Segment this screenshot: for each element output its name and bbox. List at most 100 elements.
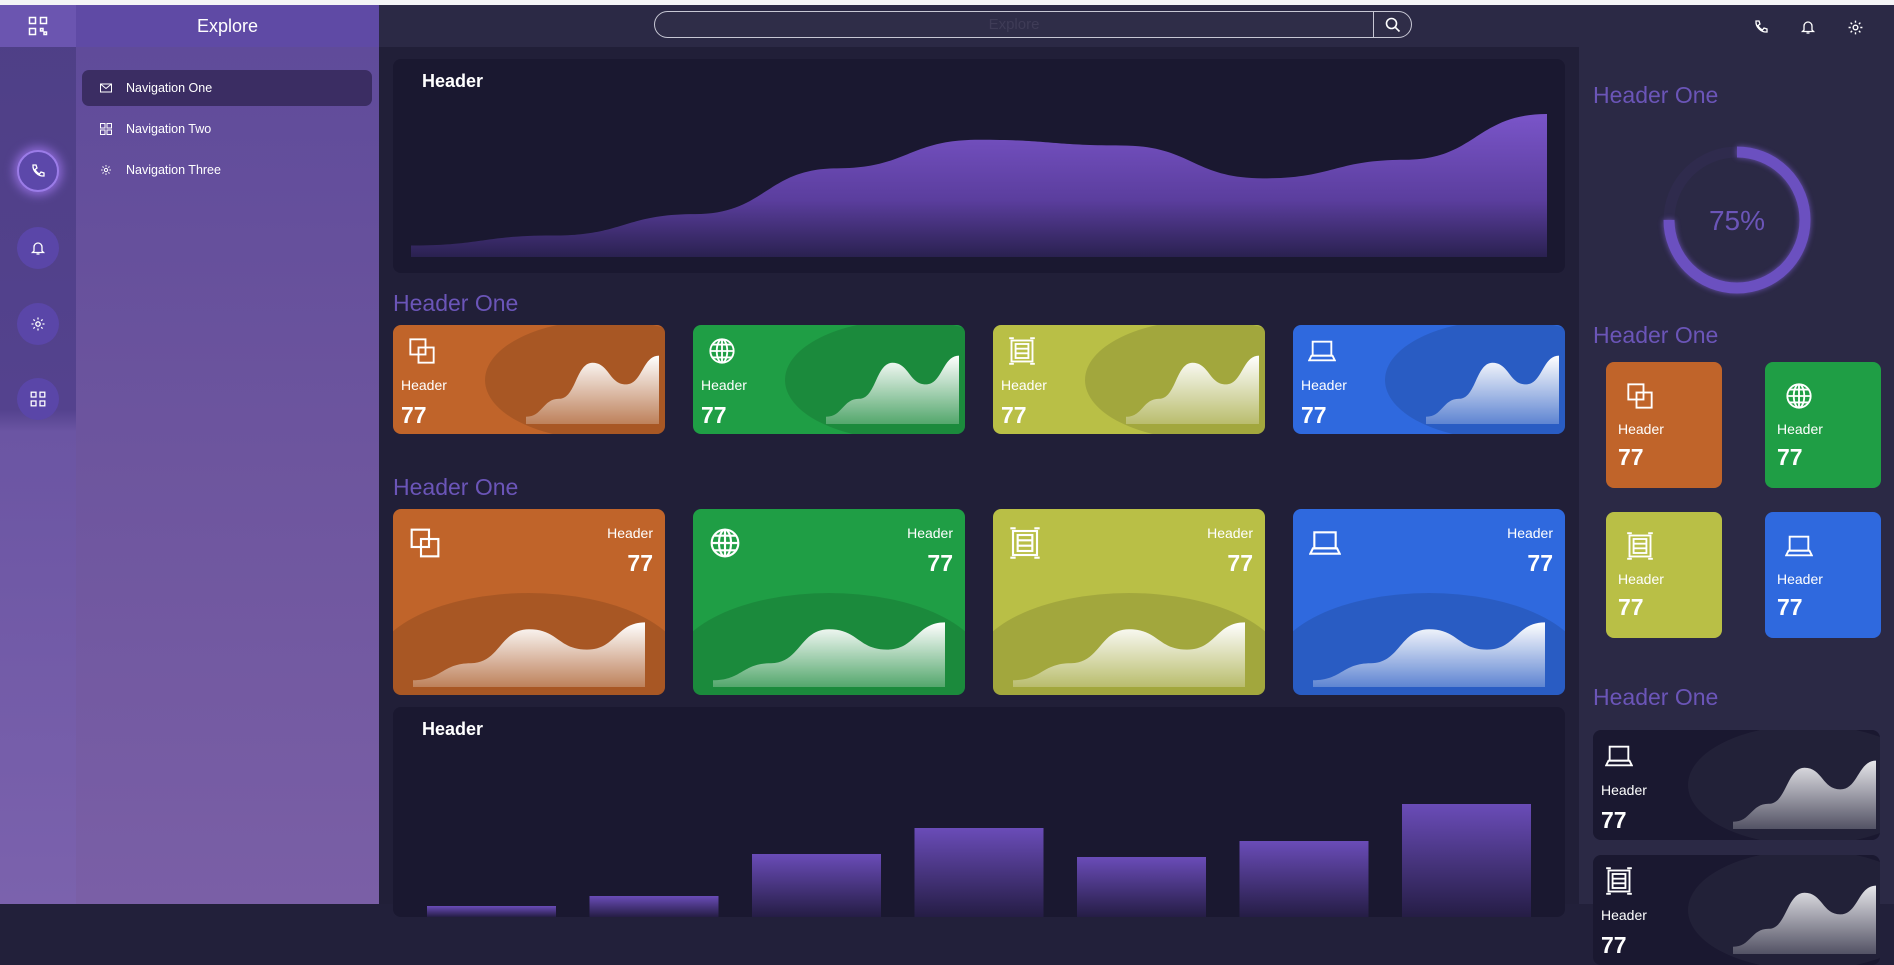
globe-icon [1786,383,1812,409]
bar-2 [589,896,719,917]
grid-icon [100,123,112,135]
stat-card-large-blue[interactable]: Header 77 [1293,509,1565,695]
sparkline [713,622,945,687]
card-value: 77 [627,550,653,576]
frame-icon [1627,532,1653,560]
card-label: Header [1207,525,1253,541]
stat-tile-green[interactable]: Header 77 [1765,362,1881,488]
phone-button[interactable] [1751,17,1771,37]
bar-6 [1239,841,1369,917]
stat-card-olive[interactable]: Header 77 [993,325,1265,434]
tile-label: Header [1777,571,1823,587]
stat-tile-olive[interactable]: Header 77 [1606,512,1722,638]
frame-icon [1606,867,1632,895]
stat-card-green[interactable]: Header 77 [693,325,965,434]
card-value: 77 [701,402,727,428]
tile-value: 77 [1777,444,1803,470]
stat-card-blue[interactable]: Header 77 [1293,325,1565,434]
sparkline [1313,622,1545,687]
navigation-panel: Explore Navigation One Navigation Two Na… [76,5,379,904]
bar-7 [1402,804,1531,917]
settings-button[interactable] [1845,17,1865,37]
card-label: Header [701,377,747,393]
rail-qr-button[interactable] [17,378,59,420]
stat-tile-blue[interactable]: Header 77 [1765,512,1881,638]
sparkline [413,622,645,687]
tiles-title: Header One [1593,322,1719,348]
bar-5 [1077,857,1206,917]
search-box [654,11,1412,38]
nav-item-one[interactable]: Navigation One [82,70,372,106]
notifications-button[interactable] [1798,17,1818,37]
nav-title: Explore [76,5,379,47]
nav-item-two[interactable]: Navigation Two [82,111,372,147]
phone-icon [1755,20,1768,33]
card-value: 77 [1601,932,1627,958]
gear-icon [31,317,45,331]
laptop-icon [1604,745,1634,767]
globe-icon [710,528,740,558]
nav-item-label: Navigation Three [126,163,221,177]
laptop-icon [1784,535,1814,557]
card-label: Header [1001,377,1047,393]
bell-icon [30,242,46,255]
qr-icon [28,16,48,36]
search-icon [1385,17,1400,32]
search-input[interactable] [655,12,1373,37]
stat-card-large-orange[interactable]: Header 77 [393,509,665,695]
list-title: Header One [1593,684,1719,710]
mail-icon [100,83,112,93]
area-chart [411,114,1547,257]
laptop-icon [1307,340,1337,362]
dark-stat-card[interactable]: Header 77 [1593,730,1880,840]
tile-value: 77 [1618,594,1644,620]
progress-gauge: 75% [1663,146,1811,294]
stat-card-large-green[interactable]: Header 77 [693,509,965,695]
rail-bell-button[interactable] [17,227,59,269]
tile-value: 77 [1777,594,1803,620]
card-value: 77 [1227,550,1253,576]
frame-icon [1010,527,1040,559]
card-label: Header [1601,907,1647,923]
bell-icon [1800,21,1816,34]
stat-card-orange[interactable]: Header 77 [393,325,665,434]
qr-icon [30,391,46,407]
tile-value: 77 [1618,444,1644,470]
card-label: Header [1507,525,1553,541]
phone-icon [32,164,45,177]
nav-item-three[interactable]: Navigation Three [82,152,372,188]
icon-rail [0,5,76,904]
gauge-label: 75% [1709,205,1765,236]
card-value: 77 [1301,402,1327,428]
gauge-title: Header One [1593,82,1719,108]
tile-label: Header [1618,571,1664,587]
laptop-icon [1308,531,1342,555]
card-value: 77 [1527,550,1553,576]
rail-phone-button[interactable] [17,150,59,192]
globe-icon [709,338,735,364]
dark-stat-card[interactable]: Header 77 [1593,855,1880,965]
card-value: 77 [1001,402,1027,428]
nav-item-label: Navigation Two [126,122,212,136]
search-button[interactable] [1373,12,1411,37]
card-label: Header [907,525,953,541]
top-bar [379,5,1894,47]
card-label: Header [1601,782,1647,798]
card-label: Header [607,525,653,541]
tile-label: Header [1777,421,1823,437]
copy-icon [410,528,440,558]
area-chart-panel: Header [393,59,1565,273]
gear-icon [1848,20,1862,34]
card-value: 77 [401,402,427,428]
main-content: Header Header One Header 77 Header 77 He… [379,47,1579,917]
nav-item-label: Navigation One [126,81,213,95]
sparkline [1733,760,1876,829]
rail-gear-button[interactable] [17,303,59,345]
section-title: Header One [393,474,519,500]
sparkline [1126,355,1259,424]
sparkline [526,355,659,424]
qr-logo-button[interactable] [0,5,76,47]
stat-tile-orange[interactable]: Header 77 [1606,362,1722,488]
copy-icon [1627,383,1653,409]
stat-card-large-olive[interactable]: Header 77 [993,509,1265,695]
